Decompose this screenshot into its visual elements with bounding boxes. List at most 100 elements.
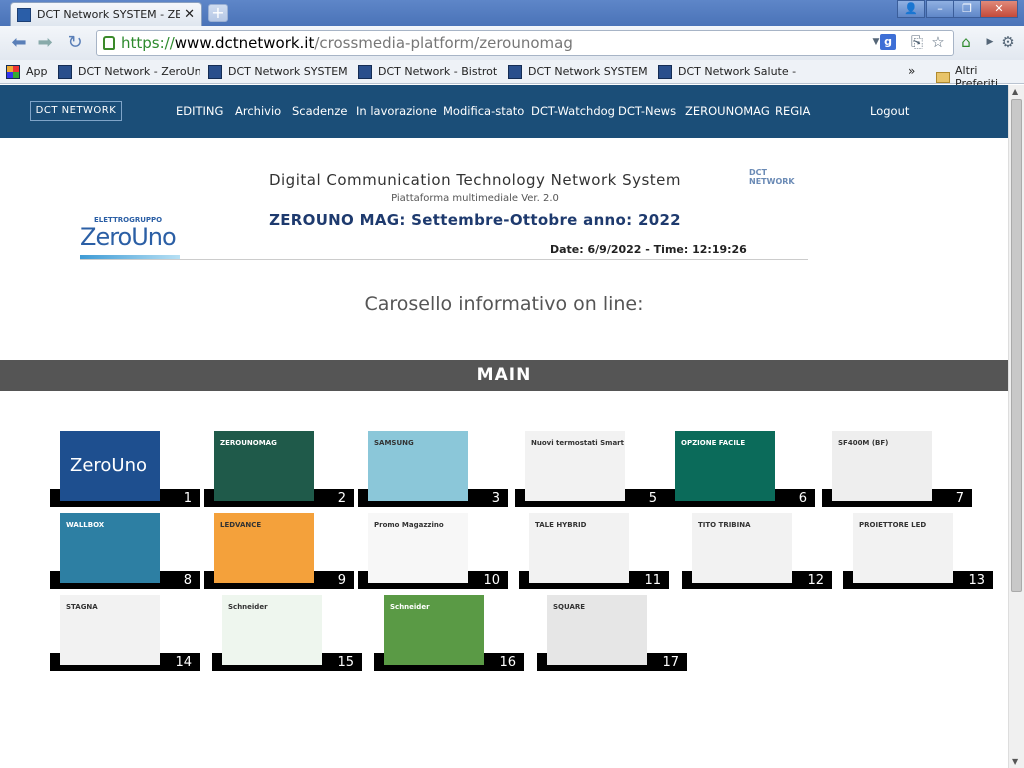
- forward-arrow-icon[interactable]: ➡: [34, 32, 56, 54]
- carousel-thumbnail[interactable]: 11 TALE HYBRID: [519, 513, 669, 589]
- thumbnail-image[interactable]: ZEROUNOMAG: [214, 431, 314, 501]
- vertical-scrollbar[interactable]: ▲ ▼: [1008, 85, 1024, 768]
- bookmark-item[interactable]: DCT Network - ZeroUno: [58, 64, 200, 79]
- thumbnail-image[interactable]: SAMSUNG: [368, 431, 468, 501]
- site-favicon-icon: [658, 64, 672, 79]
- thumbnail-image[interactable]: ZeroUno: [60, 431, 160, 501]
- close-tab-icon[interactable]: ✕: [184, 7, 195, 22]
- minimize-button[interactable]: –: [926, 0, 954, 18]
- reload-icon[interactable]: ↻: [64, 32, 86, 54]
- nav-scadenze[interactable]: Scadenze: [292, 104, 347, 118]
- scroll-up-arrow-icon[interactable]: ▲: [1012, 87, 1018, 96]
- thumbnail-caption: Promo Magazzino: [374, 521, 444, 529]
- carousel-thumbnail[interactable]: 10 Promo Magazzino: [358, 513, 508, 589]
- site-favicon-icon: [208, 64, 222, 79]
- bookmark-item[interactable]: DCT Network SYSTEM - ...: [508, 64, 650, 79]
- thumbnail-number: 3: [491, 491, 500, 506]
- bookmark-label: DCT Network SYSTEM - ...: [228, 65, 350, 78]
- nav-dct-news[interactable]: DCT-News: [618, 104, 676, 118]
- carousel-thumbnail[interactable]: 12 TITO TRIBINA: [682, 513, 832, 589]
- carousel-thumbnail[interactable]: 8 WALLBOX: [50, 513, 200, 589]
- brand-logo[interactable]: DCT NETWORK: [30, 101, 122, 121]
- nav-in-lavorazione[interactable]: In lavorazione: [356, 104, 437, 118]
- bookmarks-overflow-button[interactable]: »: [908, 64, 915, 78]
- bookmark-item[interactable]: DCT Network Salute - lo...: [658, 64, 800, 79]
- back-arrow-icon[interactable]: ⬅: [8, 32, 30, 54]
- scroll-down-arrow-icon[interactable]: ▼: [1012, 757, 1018, 766]
- nav-archivio[interactable]: Archivio: [235, 104, 281, 118]
- thumbnail-number: 16: [499, 655, 516, 670]
- thumbnail-image[interactable]: OPZIONE FACILE: [675, 431, 775, 501]
- bookmark-label: DCT Network - ZeroUno: [78, 65, 200, 78]
- carousel-thumbnail[interactable]: 6 OPZIONE FACILE: [665, 431, 815, 507]
- thumbnail-caption: SF400M (BF): [838, 439, 889, 447]
- bookmark-star-icon[interactable]: ☆: [928, 32, 948, 52]
- new-tab-button[interactable]: +: [208, 4, 228, 22]
- thumbnail-image[interactable]: LEDVANCE: [214, 513, 314, 583]
- carousel-thumbnail[interactable]: 9 LEDVANCE: [204, 513, 354, 589]
- maximize-button[interactable]: ❐: [953, 0, 981, 18]
- google-search-icon[interactable]: g: [880, 34, 896, 50]
- address-bar[interactable]: https:// www.dctnetwork.it /crossmedia-p…: [96, 30, 954, 56]
- site-favicon-icon: [508, 64, 522, 79]
- thumbnail-image[interactable]: PROIETTORE LED: [853, 513, 953, 583]
- thumbnail-image[interactable]: Nuovi termostati Smart: [525, 431, 625, 501]
- thumbnail-caption: LEDVANCE: [220, 521, 262, 529]
- thumbnail-image[interactable]: TITO TRIBINA: [692, 513, 792, 583]
- scrollbar-thumb[interactable]: [1011, 99, 1022, 592]
- thumbnail-caption: ZeroUno: [70, 455, 148, 476]
- bookmarks-bar: App DCT Network - ZeroUno DCT Network SY…: [0, 60, 1024, 90]
- thumbnail-image[interactable]: Schneider: [384, 595, 484, 665]
- thumbnail-caption: WALLBOX: [66, 521, 105, 529]
- thumbnail-image[interactable]: SQUARE: [547, 595, 647, 665]
- nav-regia[interactable]: REGIA: [775, 104, 810, 118]
- nav-editing[interactable]: EDITING: [176, 104, 223, 118]
- carousel-thumbnail[interactable]: 3 SAMSUNG: [358, 431, 508, 507]
- bookmark-apps[interactable]: App: [6, 64, 50, 79]
- thumbnail-image[interactable]: Promo Magazzino: [368, 513, 468, 583]
- nav-zerounomag[interactable]: ZEROUNOMAG: [685, 104, 770, 118]
- browser-toolbar: ⬅ ➡ ↻ https:// www.dctnetwork.it /crossm…: [0, 26, 1024, 60]
- bookmark-item[interactable]: DCT Network - Bistrot lo...: [358, 64, 500, 79]
- carousel-thumbnail[interactable]: 1 ZeroUno: [50, 431, 200, 507]
- carousel-title: Carosello informativo on line:: [364, 293, 644, 315]
- home-icon[interactable]: ⌂: [956, 32, 976, 52]
- thumbnail-image[interactable]: TALE HYBRID: [529, 513, 629, 583]
- thumbnail-number: 2: [337, 491, 346, 506]
- carousel-thumbnail[interactable]: 15 Schneider: [212, 595, 362, 671]
- site-favicon-icon: [58, 64, 72, 79]
- carousel-thumbnail[interactable]: 13 PROIETTORE LED: [843, 513, 993, 589]
- extensions-arrow-icon[interactable]: ▶: [980, 32, 1000, 52]
- thumbnail-caption: SQUARE: [553, 603, 586, 611]
- carousel-thumbnail[interactable]: 16 Schneider: [374, 595, 524, 671]
- nav-dct-watchdog[interactable]: DCT-Watchdog: [531, 104, 615, 118]
- user-icon[interactable]: 👤: [897, 0, 925, 18]
- carousel-thumbnail[interactable]: 17 SQUARE: [537, 595, 687, 671]
- section-main-bar: MAIN: [0, 360, 1008, 391]
- carousel-thumbnail[interactable]: 2 ZEROUNOMAG: [204, 431, 354, 507]
- url-host: www.dctnetwork.it: [174, 34, 315, 52]
- zerouno-logo: ELETTROGRUPPO ZeroUno: [80, 216, 180, 260]
- logout-link[interactable]: Logout: [870, 104, 909, 118]
- thumbnail-image[interactable]: SF400M (BF): [832, 431, 932, 501]
- nav-modifica-stato[interactable]: Modifica-stato: [443, 104, 524, 118]
- translate-icon[interactable]: ⎘: [907, 32, 927, 52]
- bookmark-label: DCT Network - Bistrot lo...: [378, 65, 500, 78]
- settings-wrench-icon[interactable]: ⚙: [998, 32, 1018, 52]
- thumbnail-image[interactable]: STAGNA: [60, 595, 160, 665]
- thumbnail-caption: Schneider: [390, 603, 430, 611]
- carousel-thumbnail[interactable]: 7 SF400M (BF): [822, 431, 972, 507]
- thumbnail-caption: TITO TRIBINA: [698, 521, 751, 529]
- thumbnail-image[interactable]: WALLBOX: [60, 513, 160, 583]
- carousel-thumbnail[interactable]: 5 Nuovi termostati Smart: [515, 431, 665, 507]
- bookmark-label: DCT Network Salute - lo...: [678, 65, 800, 78]
- folder-icon: [936, 71, 950, 83]
- thumbnail-number: 1: [183, 491, 192, 506]
- carousel-thumbnail[interactable]: 14 STAGNA: [50, 595, 200, 671]
- thumbnail-caption: TALE HYBRID: [535, 521, 587, 529]
- thumbnail-number: 12: [807, 573, 824, 588]
- browser-tab[interactable]: DCT Network SYSTEM - ZEROUNO ✕: [10, 2, 202, 26]
- close-window-button[interactable]: ✕: [980, 0, 1018, 18]
- bookmark-item[interactable]: DCT Network SYSTEM - ...: [208, 64, 350, 79]
- thumbnail-image[interactable]: Schneider: [222, 595, 322, 665]
